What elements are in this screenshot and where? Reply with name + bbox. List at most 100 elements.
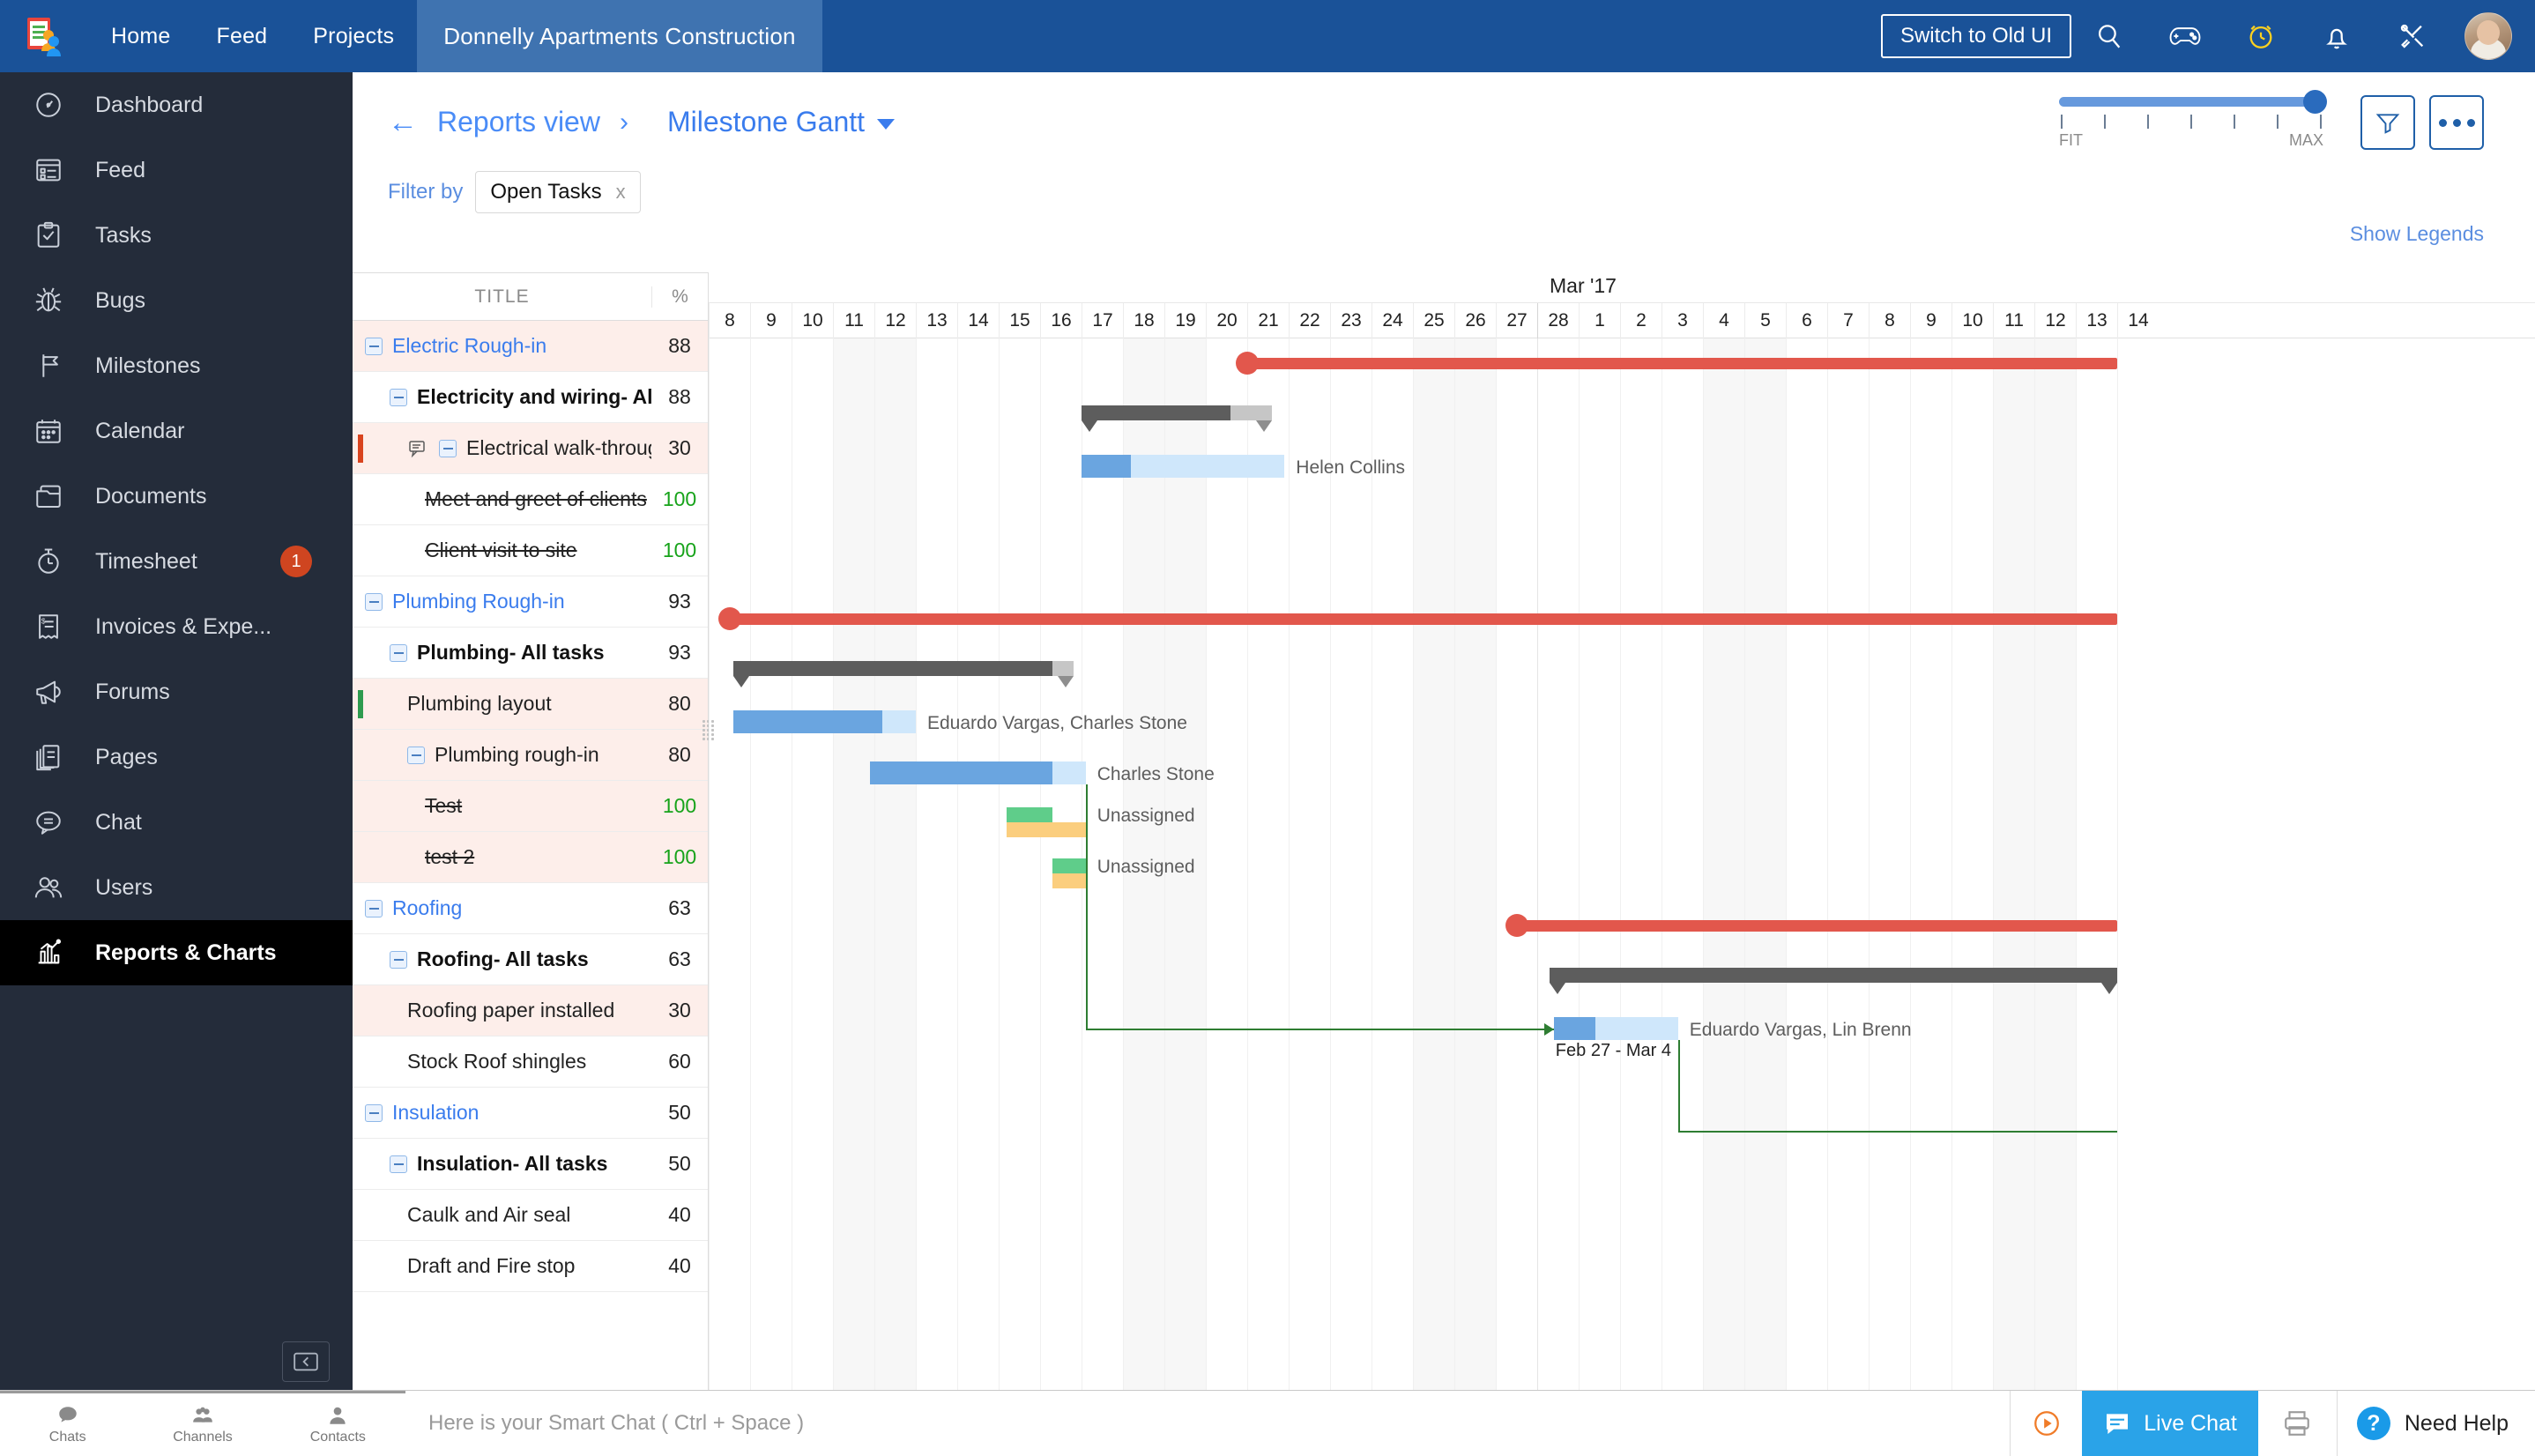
sidebar-item-feed[interactable]: Feed — [0, 137, 353, 203]
task-bar-yellow[interactable] — [1007, 822, 1086, 837]
expand-collapse-toggle[interactable] — [390, 1155, 407, 1173]
task-bar-completed[interactable] — [1082, 455, 1132, 478]
task-bar-remaining[interactable] — [1595, 1017, 1678, 1040]
expand-collapse-toggle[interactable] — [365, 899, 383, 917]
summary-bar-done[interactable] — [1082, 405, 1231, 420]
user-avatar[interactable] — [2464, 12, 2512, 60]
zoom-slider[interactable]: FIT MAX — [2059, 90, 2327, 150]
table-row[interactable]: Electric Rough-in 88 — [353, 321, 708, 372]
close-icon[interactable]: x — [616, 181, 626, 204]
sidebar-item-tasks[interactable]: Tasks — [0, 203, 353, 268]
milestone-marker[interactable] — [1505, 914, 1528, 937]
app-logo[interactable] — [0, 0, 88, 72]
expand-collapse-toggle[interactable] — [390, 643, 407, 662]
milestone-bar[interactable] — [1516, 920, 2117, 932]
table-row[interactable]: Plumbing layout 80 — [353, 679, 708, 730]
table-row[interactable]: Electrical walk-through 30 — [353, 423, 708, 474]
show-legends-link[interactable]: Show Legends — [2350, 222, 2484, 246]
smart-chat-input[interactable]: Here is your Smart Chat ( Ctrl + Space ) — [405, 1411, 2010, 1436]
table-row[interactable]: Electricity and wiring- All tasks 88 — [353, 372, 708, 423]
print-button[interactable] — [2258, 1390, 2338, 1456]
gamepad-icon[interactable] — [2147, 0, 2223, 72]
filter-button[interactable] — [2360, 95, 2415, 150]
task-bar-completed[interactable] — [1553, 1017, 1595, 1040]
table-row[interactable]: Meet and greet of clients 100 — [353, 474, 708, 525]
table-row[interactable]: Draft and Fire stop 40 — [353, 1241, 708, 1292]
task-bar-completed[interactable] — [733, 710, 883, 733]
arrow-left-icon[interactable]: ← — [388, 108, 418, 137]
summary-bar-done[interactable] — [733, 661, 1053, 676]
sidebar-item-invoices-expe[interactable]: $ Invoices & Expe... — [0, 594, 353, 659]
task-bar-completed[interactable] — [870, 761, 1053, 784]
task-bar-yellow[interactable] — [1052, 873, 1086, 888]
table-row[interactable]: Roofing- All tasks 63 — [353, 934, 708, 985]
expand-collapse-toggle[interactable] — [439, 439, 457, 457]
expand-collapse-toggle[interactable] — [390, 950, 407, 969]
table-row[interactable]: Test 100 — [353, 781, 708, 832]
table-row[interactable]: Client visit to site 100 — [353, 525, 708, 576]
live-chat-button[interactable]: Live Chat — [2082, 1390, 2258, 1456]
sidebar-collapse-button[interactable] — [282, 1341, 330, 1382]
tools-icon[interactable] — [2375, 0, 2450, 72]
zoom-slider-track[interactable] — [2059, 90, 2327, 114]
search-icon[interactable] — [2071, 0, 2147, 72]
sidebar-item-bugs[interactable]: Bugs — [0, 268, 353, 333]
sidebar-item-pages[interactable]: Pages — [0, 724, 353, 790]
comment-icon[interactable] — [407, 438, 428, 459]
filter-chip-open-tasks[interactable]: Open Tasks x — [475, 171, 641, 213]
expand-collapse-toggle[interactable] — [390, 388, 407, 406]
nav-feed[interactable]: Feed — [194, 0, 291, 72]
summary-bar-remaining[interactable] — [1230, 405, 1273, 420]
summary-bar-remaining[interactable] — [1052, 661, 1074, 676]
chat-dock-chats[interactable]: Chats — [0, 1391, 136, 1456]
milestone-bar[interactable] — [1247, 358, 2117, 369]
sidebar-item-label: Forums — [95, 679, 170, 704]
zoom-slider-handle[interactable] — [2303, 90, 2327, 114]
expand-collapse-toggle[interactable] — [407, 746, 425, 764]
play-button[interactable] — [2010, 1390, 2082, 1456]
task-bar-green[interactable] — [1052, 858, 1086, 873]
more-options-button[interactable] — [2429, 95, 2484, 150]
breadcrumb-reports-view[interactable]: Reports view — [437, 106, 600, 138]
switch-to-old-ui-button[interactable]: Switch to Old UI — [1880, 14, 2071, 58]
sidebar-item-users[interactable]: Users — [0, 855, 353, 920]
table-row[interactable]: Caulk and Air seal 40 — [353, 1190, 708, 1241]
table-row[interactable]: Plumbing- All tasks 93 — [353, 628, 708, 679]
table-row[interactable]: Plumbing Rough-in 93 — [353, 576, 708, 628]
milestone-marker[interactable] — [717, 607, 741, 630]
table-row[interactable]: Stock Roof shingles 60 — [353, 1036, 708, 1088]
table-row[interactable]: Insulation 50 — [353, 1088, 708, 1139]
sidebar-item-reports-charts[interactable]: Reports & Charts — [0, 920, 353, 985]
sidebar-item-timesheet[interactable]: Timesheet 1 — [0, 529, 353, 594]
sidebar-item-forums[interactable]: Forums — [0, 659, 353, 724]
alarm-clock-icon[interactable] — [2223, 0, 2299, 72]
nav-home[interactable]: Home — [88, 0, 194, 72]
summary-bar-done[interactable] — [1550, 968, 2117, 983]
nav-projects[interactable]: Projects — [290, 0, 417, 72]
milestone-marker[interactable] — [1236, 352, 1259, 375]
sidebar-item-milestones[interactable]: Milestones — [0, 333, 353, 398]
milestone-bar[interactable] — [729, 613, 2117, 625]
sidebar-item-dashboard[interactable]: Dashboard — [0, 72, 353, 137]
sidebar-item-documents[interactable]: Documents — [0, 464, 353, 529]
view-selector[interactable]: Milestone Gantt — [667, 106, 896, 138]
bell-icon[interactable] — [2299, 0, 2375, 72]
table-row[interactable]: Insulation- All tasks 50 — [353, 1139, 708, 1190]
expand-collapse-toggle[interactable] — [365, 592, 383, 611]
need-help-button[interactable]: ? Need Help — [2338, 1407, 2535, 1440]
sidebar-item-calendar[interactable]: Calendar — [0, 398, 353, 464]
task-bar-remaining[interactable] — [1131, 455, 1285, 478]
table-row[interactable]: Roofing paper installed 30 — [353, 985, 708, 1036]
task-bar-green[interactable] — [1007, 807, 1053, 822]
chat-dock-contacts[interactable]: Contacts — [270, 1391, 405, 1456]
expand-collapse-toggle[interactable] — [365, 337, 383, 355]
task-bar-remaining[interactable] — [1052, 761, 1086, 784]
project-title-tab[interactable]: Donnelly Apartments Construction — [417, 0, 822, 72]
expand-collapse-toggle[interactable] — [365, 1103, 383, 1122]
table-row[interactable]: Roofing 63 — [353, 883, 708, 934]
chat-dock-channels[interactable]: Channels — [135, 1391, 271, 1456]
table-row[interactable]: test 2 100 — [353, 832, 708, 883]
table-row[interactable]: Plumbing rough-in 80 — [353, 730, 708, 781]
sidebar-item-chat[interactable]: Chat — [0, 790, 353, 855]
task-bar-remaining[interactable] — [882, 710, 916, 733]
